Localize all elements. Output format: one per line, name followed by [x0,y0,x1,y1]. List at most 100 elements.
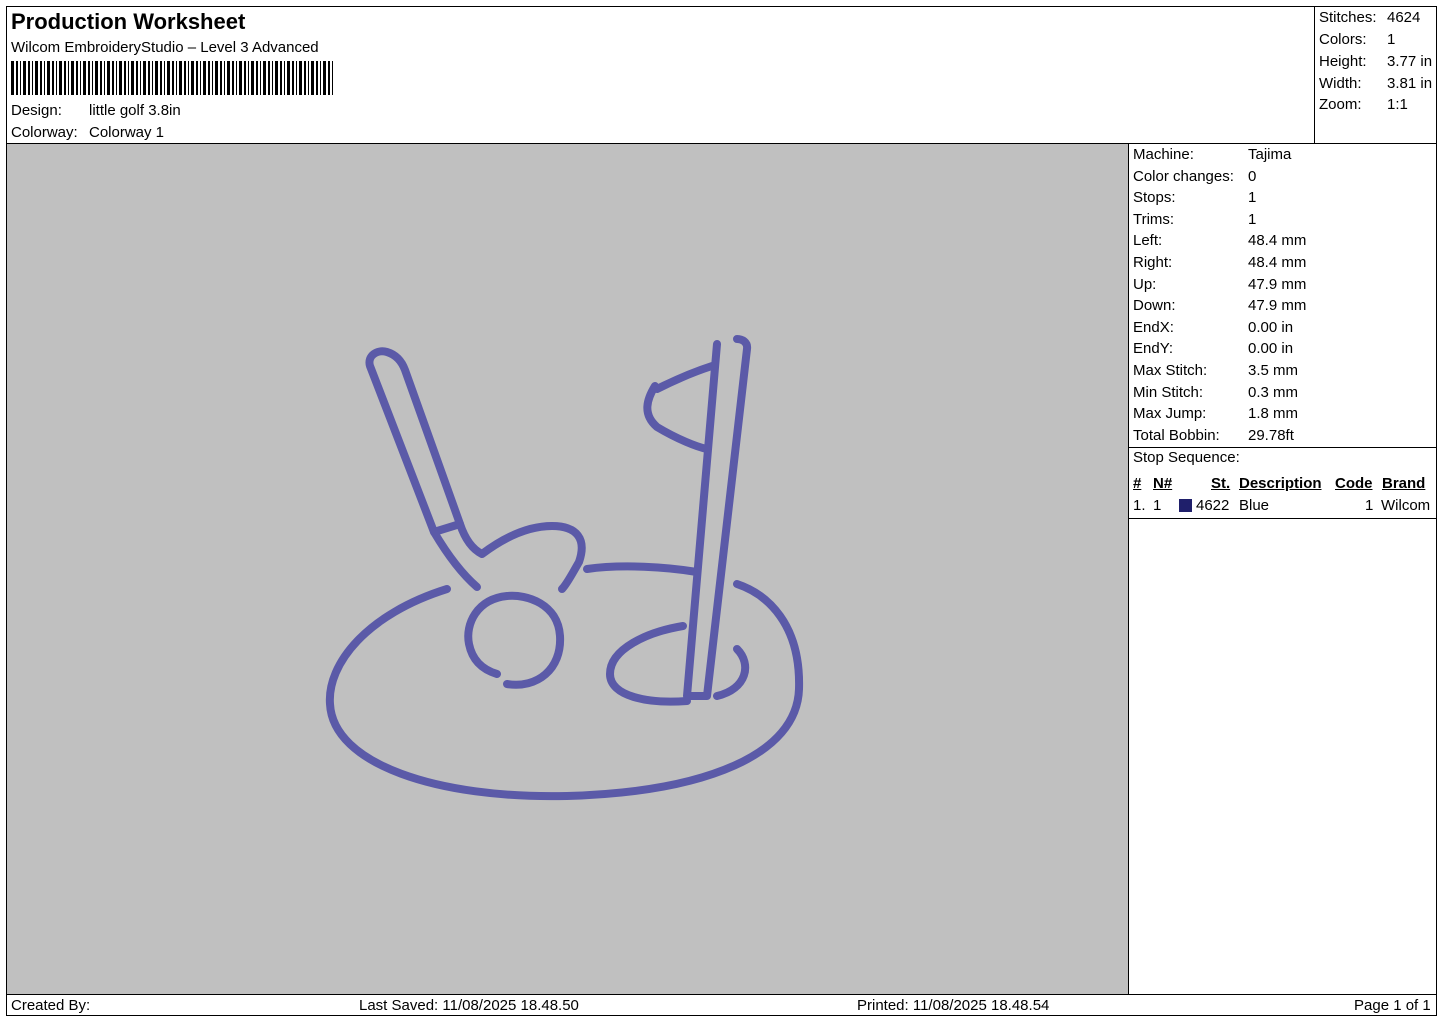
summary-label: Stitches: [1319,9,1377,26]
barcode-bar [184,61,186,95]
info-row: Right: 48.4 mm [1133,254,1306,271]
colorway-row: Colorway: Colorway 1 [11,124,164,141]
info-row: Color changes: 0 [1133,168,1256,185]
info-value: 0.3 mm [1248,384,1299,401]
info-value: 1 [1248,211,1257,228]
barcode-bar [95,61,98,95]
info-row: Min Stitch: 0.3 mm [1133,384,1298,401]
barcode-bar [71,61,74,95]
col-index: # [1133,475,1142,492]
stop-sequence-title: Stop Sequence: [1133,449,1240,466]
info-label: Total Bobbin: [1133,427,1220,444]
barcode-bar [68,61,69,95]
barcode-bar [215,61,218,95]
barcode-bar [40,61,42,95]
summary-value: 3.77 in [1387,53,1433,70]
barcode-bar [64,61,66,95]
summary-label: Width: [1319,75,1362,92]
barcode-bar [44,61,45,95]
barcode-bar [244,61,246,95]
color-swatch [1179,499,1192,512]
colorway-label: Colorway: [11,124,78,141]
info-value: Tajima [1248,146,1292,163]
info-value: 48.4 mm [1248,254,1307,271]
row-index: 1. [1133,497,1146,514]
info-value: 0.00 in [1248,319,1294,336]
row-st: 4622 [1196,497,1230,514]
barcode-bar [52,61,54,95]
page-number: Page 1 of 1 [1354,997,1431,1014]
summary-value: 3.81 in [1387,75,1433,92]
barcode-bar [59,61,62,95]
created-by: Created By: [11,997,91,1014]
barcode-bar [100,61,102,95]
last-saved: Last Saved: 11/08/2025 18.48.50 [359,997,579,1014]
info-value: 48.4 mm [1248,232,1307,249]
barcode-bar [332,61,333,95]
barcode-bar [83,61,86,95]
barcode-bar [112,61,114,95]
software-name: Wilcom EmbroideryStudio – Level 3 Advanc… [11,39,319,56]
info-row: EndY: 0.00 in [1133,340,1293,357]
club-head-outline [430,520,586,593]
worksheet-header: Production Worksheet Wilcom EmbroiderySt… [7,7,1314,143]
barcode-bar [191,61,194,95]
barcode-bar [260,61,261,95]
section-divider [1129,518,1436,519]
barcode-bar [80,61,81,95]
barcode-bar [200,61,201,95]
barcode-bar [316,61,318,95]
summary-width: Width: 3.81 in [1319,75,1432,92]
design-label: Design: [11,102,62,119]
summary-panel: Stitches: 4624 Colors: 1 Height: 3.77 in Wi… [1314,7,1436,143]
golf-ball-outline [464,591,565,689]
barcode-bar [248,61,249,95]
info-row: Stops: 1 [1133,189,1256,206]
barcode-bar [268,61,270,95]
col-description: Description [1239,475,1322,492]
barcode-bar [152,61,153,95]
barcode-bar [176,61,177,95]
barcode-bar [76,61,78,95]
barcode-bar [160,61,162,95]
barcode-bar [328,61,330,95]
summary-zoom: Zoom: 1:1 [1319,96,1408,113]
worksheet-footer: Created By: Last Saved: 11/08/2025 18.48… [7,994,1436,1015]
barcode-bar [92,61,93,95]
info-value: 1.8 mm [1248,405,1299,422]
info-row: Machine: Tajima [1133,146,1291,163]
barcode-bar [16,61,18,95]
summary-value: 4624 [1387,9,1421,26]
row-code: 1 [1365,497,1374,514]
barcode-bar [263,61,266,95]
barcode-bar [148,61,150,95]
barcode-bar [299,61,302,95]
info-value: 3.5 mm [1248,362,1299,379]
barcode-bar [88,61,90,95]
barcode-bar [116,61,117,95]
barcode-bar [164,61,165,95]
info-label: Left: [1133,232,1163,249]
barcode-bar [280,61,282,95]
info-row: Down: 47.9 mm [1133,297,1306,314]
info-row: Left: 48.4 mm [1133,232,1306,249]
design-value: little golf 3.8in [89,102,181,119]
barcode-bar [179,61,182,95]
summary-label: Zoom: [1319,96,1362,113]
barcode [11,61,333,95]
barcode-bar [311,61,314,95]
barcode-bar [124,61,126,95]
row-brand: Wilcom [1381,497,1431,514]
barcode-bar [23,61,26,95]
barcode-bar [304,61,306,95]
summary-label: Height: [1319,53,1367,70]
col-brand: Brand [1382,475,1426,492]
barcode-bar [32,61,33,95]
barcode-bar [208,61,210,95]
info-label: EndY: [1133,340,1174,357]
barcode-bar [287,61,290,95]
info-row: EndX: 0.00 in [1133,319,1293,336]
club-shaft-outline [365,347,464,536]
barcode-bar [292,61,294,95]
barcode-bar [104,61,105,95]
